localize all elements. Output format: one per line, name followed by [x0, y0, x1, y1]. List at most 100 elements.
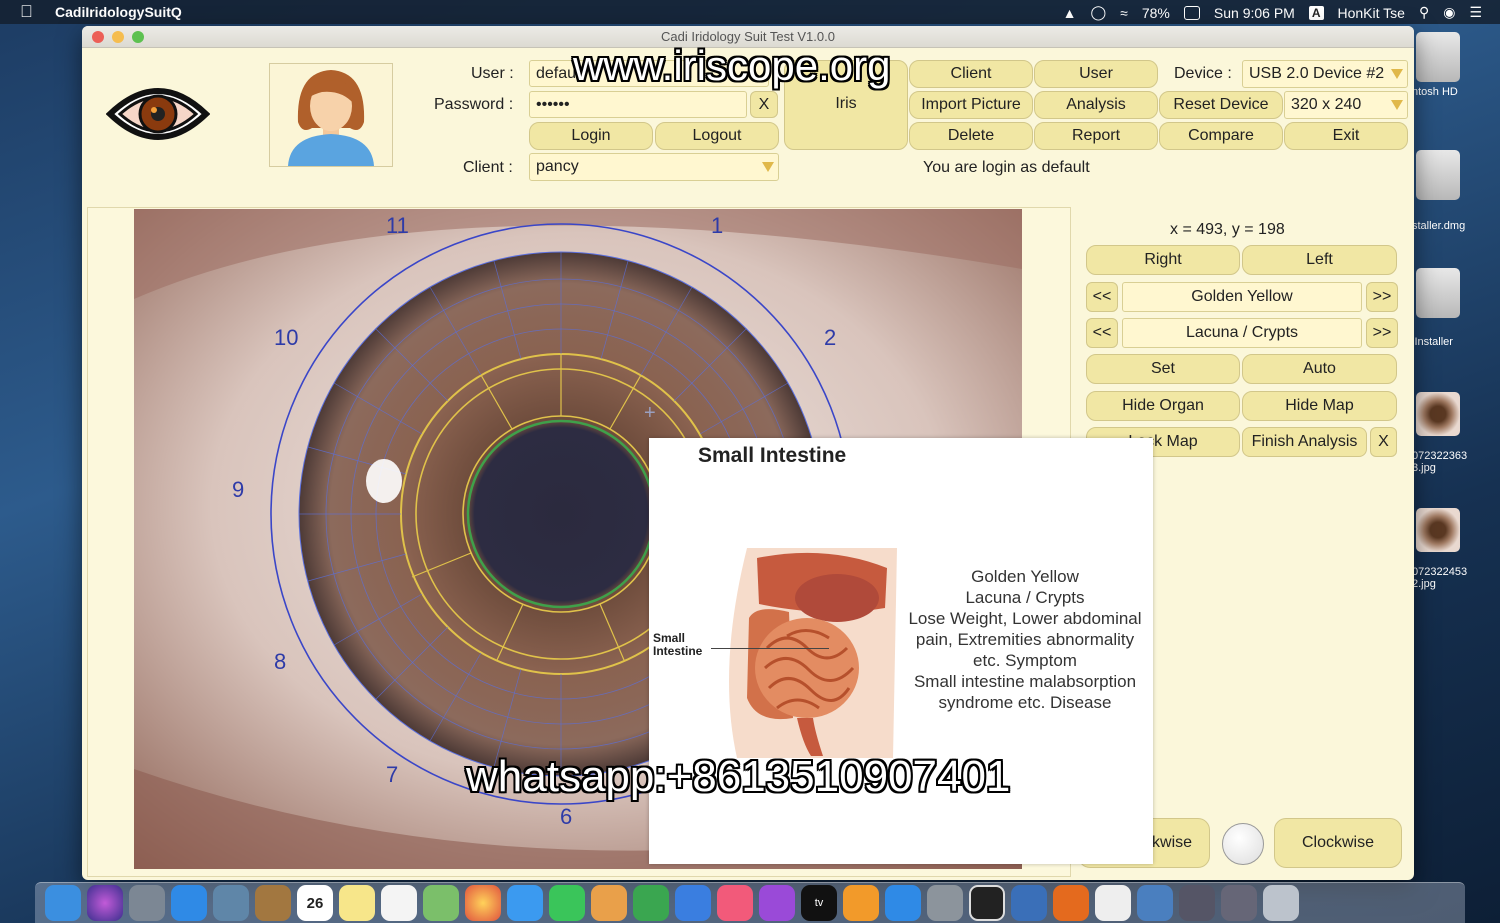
svg-text:+: + [644, 402, 656, 424]
document-icon[interactable] [1095, 885, 1131, 921]
books-icon[interactable] [843, 885, 879, 921]
battery-icon[interactable] [1183, 5, 1200, 20]
compare-button[interactable]: Compare [1159, 122, 1283, 150]
launchpad-icon[interactable] [129, 885, 165, 921]
minimize-window-button[interactable] [112, 31, 124, 43]
resolution-select[interactable]: 320 x 240 [1284, 91, 1408, 119]
analysis-button[interactable]: Analysis [1034, 91, 1158, 119]
user-label: User : [471, 65, 514, 82]
disk-image-icon [1416, 150, 1460, 200]
avatar [269, 63, 393, 167]
desktop-item[interactable]: 072322453 2.jpg [1412, 508, 1500, 590]
watermark-bottom: whatsapp:+8613510907401 [466, 752, 1011, 801]
messages-icon[interactable] [507, 885, 543, 921]
color-next-button[interactable]: >> [1366, 282, 1398, 312]
obs-icon[interactable] [969, 885, 1005, 921]
notification-center-icon[interactable]: ☰ [1469, 4, 1482, 21]
notes-icon[interactable] [339, 885, 375, 921]
wifi-icon[interactable]: ≈ [1120, 5, 1128, 21]
exit-button[interactable]: Exit [1284, 122, 1408, 150]
screenshot-stack-icon[interactable] [1179, 885, 1215, 921]
maps-icon[interactable] [423, 885, 459, 921]
import-picture-button[interactable]: Import Picture [909, 91, 1033, 119]
system-preferences-icon[interactable] [927, 885, 963, 921]
left-eye-button[interactable]: Left [1242, 245, 1397, 275]
desktop-item[interactable]: ntosh HD [1412, 32, 1500, 98]
hide-map-button[interactable]: Hide Map [1242, 391, 1397, 421]
keynote-icon[interactable] [675, 885, 711, 921]
coords-readout: x = 493, y = 198 [1170, 221, 1285, 238]
eye-logo-icon [106, 88, 210, 140]
client-select[interactable]: pancy [529, 153, 779, 181]
desktop-item[interactable]: staller.dmg [1412, 150, 1500, 232]
rotation-knob[interactable] [1222, 823, 1264, 865]
delete-button[interactable]: Delete [909, 122, 1033, 150]
app-menu-name[interactable]: CadiIridologySuitQ [55, 4, 182, 20]
zoom-window-button[interactable] [132, 31, 144, 43]
device-select[interactable]: USB 2.0 Device #2 [1242, 60, 1408, 88]
color-prev-button[interactable]: << [1086, 282, 1118, 312]
desktop-item-label: ntosh HD [1412, 86, 1458, 98]
vlc-icon[interactable] [1053, 885, 1089, 921]
airplay-icon[interactable]: ▲ [1063, 5, 1077, 21]
sign-prev-button[interactable]: << [1086, 318, 1118, 348]
password-field[interactable]: •••••• [529, 91, 747, 118]
window-preview-icon[interactable] [1221, 885, 1257, 921]
right-eye-button[interactable]: Right [1086, 245, 1240, 275]
spotlight-icon[interactable]: ⚲ [1419, 4, 1429, 21]
apple-menu-icon[interactable]:  [20, 2, 33, 22]
sign-next-button[interactable]: >> [1366, 318, 1398, 348]
close-window-button[interactable] [92, 31, 104, 43]
app-store-icon[interactable] [885, 885, 921, 921]
podcasts-icon[interactable] [759, 885, 795, 921]
pages-icon[interactable] [591, 885, 627, 921]
finder-icon[interactable] [45, 885, 81, 921]
apple-tv-icon[interactable]: tv [801, 885, 837, 921]
user-button[interactable]: User [1034, 60, 1158, 88]
menu-extras: ▲ ◯ ≈ 78% Sun 9:06 PM A HonKit Tse ⚲ ◉ ☰ [1063, 4, 1482, 21]
sync-icon[interactable]: ◯ [1091, 4, 1107, 21]
battery-percent[interactable]: 78% [1142, 5, 1170, 21]
input-source-icon[interactable]: A [1308, 5, 1324, 20]
facetime-icon[interactable] [549, 885, 585, 921]
clear-password-button[interactable]: X [750, 91, 778, 118]
siri-dock-icon[interactable] [87, 885, 123, 921]
auto-button[interactable]: Auto [1242, 354, 1397, 384]
mail-icon[interactable] [213, 885, 249, 921]
popup-description: Golden Yellow Lacuna / Crypts Lose Weigh… [901, 566, 1149, 713]
iris-color-field[interactable]: Golden Yellow [1122, 282, 1362, 312]
login-button[interactable]: Login [529, 122, 653, 150]
desktop-item[interactable]: iInstaller [1412, 268, 1500, 348]
hard-drive-icon [1416, 32, 1460, 82]
music-icon[interactable] [717, 885, 753, 921]
iris-sign-field[interactable]: Lacuna / Crypts [1122, 318, 1362, 348]
clockwise-button[interactable]: Clockwise [1274, 818, 1402, 868]
finish-analysis-button[interactable]: Finish Analysis [1242, 427, 1367, 457]
calendar-icon[interactable]: 26 [297, 885, 333, 921]
client-button[interactable]: Client [909, 60, 1033, 88]
chevron-down-icon [1391, 100, 1403, 110]
numbers-icon[interactable] [633, 885, 669, 921]
popup-desc-line: Lacuna / Crypts [965, 588, 1085, 607]
reminders-icon[interactable] [381, 885, 417, 921]
logout-button[interactable]: Logout [655, 122, 779, 150]
reset-device-button[interactable]: Reset Device [1159, 91, 1283, 119]
client-label: Client : [463, 159, 513, 176]
siri-icon[interactable]: ◉ [1443, 4, 1455, 21]
image-file-icon [1416, 508, 1460, 552]
hide-organ-button[interactable]: Hide Organ [1086, 391, 1240, 421]
close-analysis-button[interactable]: X [1370, 427, 1397, 457]
globe-app-icon[interactable] [1011, 885, 1047, 921]
clock-label: 11 [386, 213, 409, 238]
menu-clock[interactable]: Sun 9:06 PM [1214, 5, 1295, 21]
set-button[interactable]: Set [1086, 354, 1240, 384]
contacts-icon[interactable] [255, 885, 291, 921]
user-name[interactable]: HonKit Tse [1338, 5, 1405, 21]
safari-icon[interactable] [171, 885, 207, 921]
photos-icon[interactable] [465, 885, 501, 921]
desktop-item[interactable]: 072322363 3.jpg [1412, 392, 1500, 474]
trash-icon[interactable] [1263, 885, 1299, 921]
image-file-icon [1416, 392, 1460, 436]
report-button[interactable]: Report [1034, 122, 1158, 150]
downloads-folder-icon[interactable] [1137, 885, 1173, 921]
